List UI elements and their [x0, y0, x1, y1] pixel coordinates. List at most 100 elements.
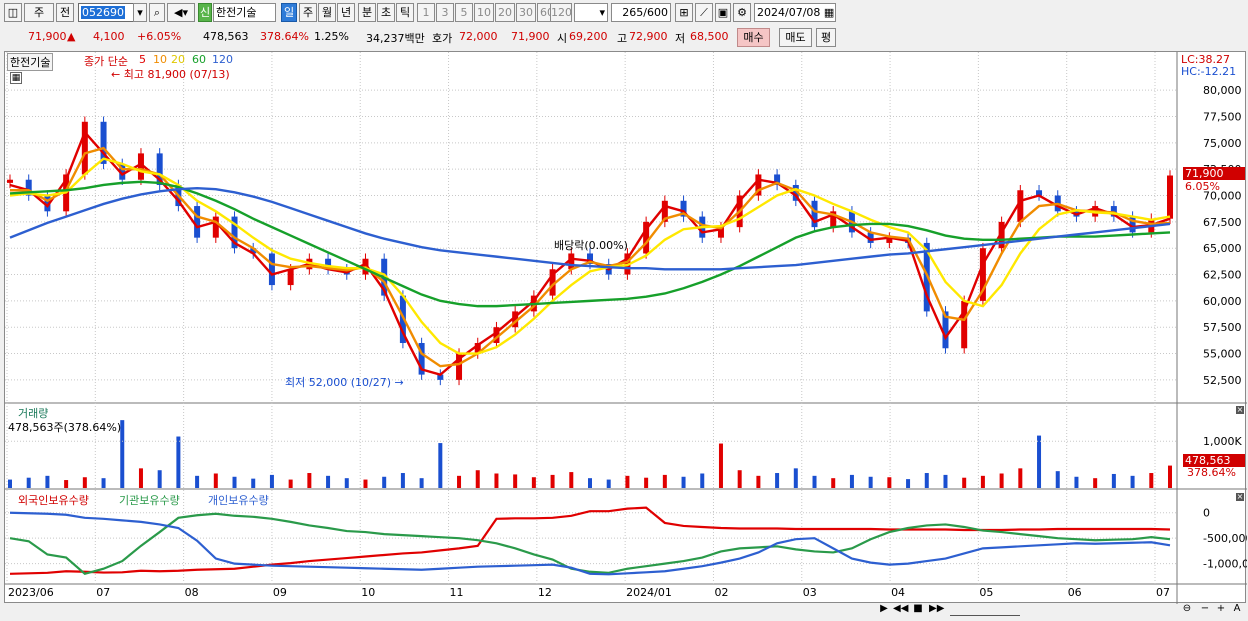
ask-label: 호가	[432, 32, 453, 45]
ma5-label: 5	[139, 53, 146, 66]
tick-1[interactable]: 1	[417, 3, 435, 22]
volume-bar	[588, 478, 592, 488]
foreign-holding-label: 외국인보유수량	[18, 494, 89, 507]
period-tick[interactable]: 틱	[396, 3, 414, 22]
volume-bar	[344, 478, 349, 488]
low-label: 저	[675, 32, 686, 45]
volume-bar	[644, 477, 649, 488]
price-tick-label: 55,000	[1203, 348, 1242, 361]
gear-icon[interactable]: ⚙	[733, 3, 751, 22]
volume-bar	[176, 436, 181, 488]
period-week[interactable]: 주	[299, 3, 317, 22]
market-select[interactable]: 주	[24, 3, 54, 22]
rewind-icon[interactable]: ◀◀	[893, 602, 908, 616]
fast-forward-icon[interactable]: ▶▶	[929, 602, 944, 616]
volume-bar	[1074, 476, 1079, 488]
volume-value: 478,563주(378.64%)	[8, 421, 122, 434]
ma10-label: 10	[153, 53, 167, 66]
month-tick-label: 07	[1156, 586, 1170, 599]
low-annotation: 최저 52,000 (10/27) →	[285, 376, 404, 389]
tick-30[interactable]: 30	[516, 3, 536, 22]
custom-period-select[interactable]: ▾	[574, 3, 608, 22]
volume-bar	[906, 479, 911, 488]
current-pct-tag: 6.05%	[1185, 180, 1220, 193]
candle-body	[194, 206, 201, 238]
month-tick-label: 10	[361, 586, 375, 599]
volume-bar	[700, 473, 705, 488]
bid-price: 71,900	[511, 30, 550, 43]
volume-bar	[625, 475, 630, 488]
volume-bar	[681, 476, 686, 488]
minus-icon[interactable]: −	[1198, 602, 1212, 616]
price-tick-label: 57,500	[1203, 321, 1242, 334]
volume-bar	[1130, 475, 1135, 488]
window-menu-button[interactable]: ◫	[4, 3, 22, 22]
candle-body	[212, 216, 219, 238]
period-minute[interactable]: 분	[358, 3, 376, 22]
tick-5[interactable]: 5	[455, 3, 473, 22]
volume-bar	[943, 474, 948, 488]
sound-icon[interactable]: ◀▾	[167, 3, 195, 22]
month-tick-label: 06	[1068, 586, 1082, 599]
price-tick-label: 67,500	[1203, 216, 1242, 229]
volume-bar	[382, 476, 387, 488]
volume-bar	[138, 468, 143, 488]
volume-bar	[962, 477, 967, 488]
volume-bar	[793, 468, 798, 488]
zoom-out-icon[interactable]: ⊖	[1180, 602, 1194, 616]
tick-10[interactable]: 10	[474, 3, 494, 22]
candle-body	[1167, 175, 1173, 219]
volume-close-icon[interactable]: ×	[1236, 406, 1244, 414]
volume-bar	[363, 479, 368, 488]
holding-tick-label: 0	[1203, 507, 1210, 520]
average-button[interactable]: 평	[816, 28, 836, 47]
month-tick-label: 11	[450, 586, 464, 599]
period-year[interactable]: 년	[337, 3, 355, 22]
month-tick-label: 04	[891, 586, 905, 599]
save-icon[interactable]: ▣	[715, 3, 731, 22]
period-day[interactable]: 일	[281, 3, 297, 22]
bar-count-input[interactable]: 265/600	[611, 3, 671, 22]
drawing-icon[interactable]: ⟋	[695, 3, 713, 22]
volume-bar	[157, 470, 162, 488]
month-tick-label: 12	[538, 586, 552, 599]
date-input[interactable]: 2024/07/08 ▦	[754, 3, 836, 22]
tick-20[interactable]: 20	[495, 3, 515, 22]
tick-3[interactable]: 3	[436, 3, 454, 22]
month-tick-label: 02	[714, 586, 728, 599]
candle-body	[268, 253, 275, 286]
scroll-slider[interactable]	[950, 602, 1020, 616]
volume-bar	[999, 473, 1004, 488]
table-view-icon[interactable]: ▦	[10, 72, 22, 84]
volume-bar	[213, 473, 218, 488]
volume-bar	[195, 475, 200, 488]
month-tick-label: 09	[273, 586, 287, 599]
chart-type-icon[interactable]: ⊞	[675, 3, 693, 22]
sell-button[interactable]: 매도	[779, 28, 812, 47]
chart-area[interactable]: 2023/06 07 08 09 10 11 12 2024/01 02 03 04 05 06 07 52…	[4, 51, 1247, 604]
search-icon[interactable]: ⌕	[149, 3, 165, 22]
code-dropdown-icon[interactable]: ▾	[133, 3, 147, 22]
volume-bar	[924, 473, 929, 488]
stop-icon[interactable]: ■	[911, 602, 925, 616]
volume-bar	[980, 475, 985, 488]
holding-line-1	[9, 512, 1171, 576]
stock-code-input[interactable]: 052690	[78, 3, 138, 22]
tick-120[interactable]: 120	[550, 3, 572, 22]
volume-bar	[45, 475, 50, 488]
volume-bar	[513, 474, 518, 488]
period-second[interactable]: 초	[377, 3, 395, 22]
volume-bar	[1168, 465, 1172, 488]
plus-icon[interactable]: +	[1214, 602, 1228, 616]
holding-close-icon[interactable]: ×	[1236, 493, 1244, 501]
volume-bar	[1149, 473, 1154, 488]
change-percent: +6.05%	[137, 30, 182, 43]
holding-tick-label: -1,000,000	[1203, 558, 1247, 571]
period-month[interactable]: 월	[318, 3, 336, 22]
buy-button[interactable]: 매수	[737, 28, 770, 47]
prev-select[interactable]: 전	[56, 3, 74, 22]
stock-name: 한전기술	[213, 3, 276, 22]
text-tool-icon[interactable]: A	[1230, 602, 1244, 616]
price-panel-stock-name: 한전기술	[7, 53, 54, 71]
play-icon[interactable]: ▶	[877, 602, 891, 616]
